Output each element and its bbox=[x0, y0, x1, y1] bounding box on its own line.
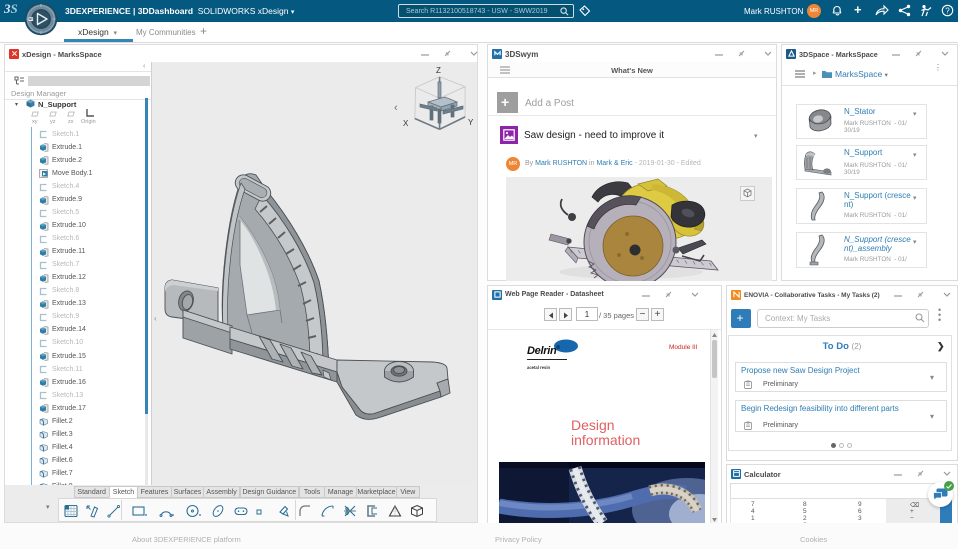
svg-text:?: ? bbox=[945, 6, 950, 15]
svg-text:X: X bbox=[403, 119, 409, 128]
svg-text:‹: ‹ bbox=[394, 102, 398, 114]
svg-text:Z: Z bbox=[436, 66, 441, 75]
svg-text:Y: Y bbox=[468, 118, 474, 127]
svg-text:‹: ‹ bbox=[154, 314, 157, 323]
